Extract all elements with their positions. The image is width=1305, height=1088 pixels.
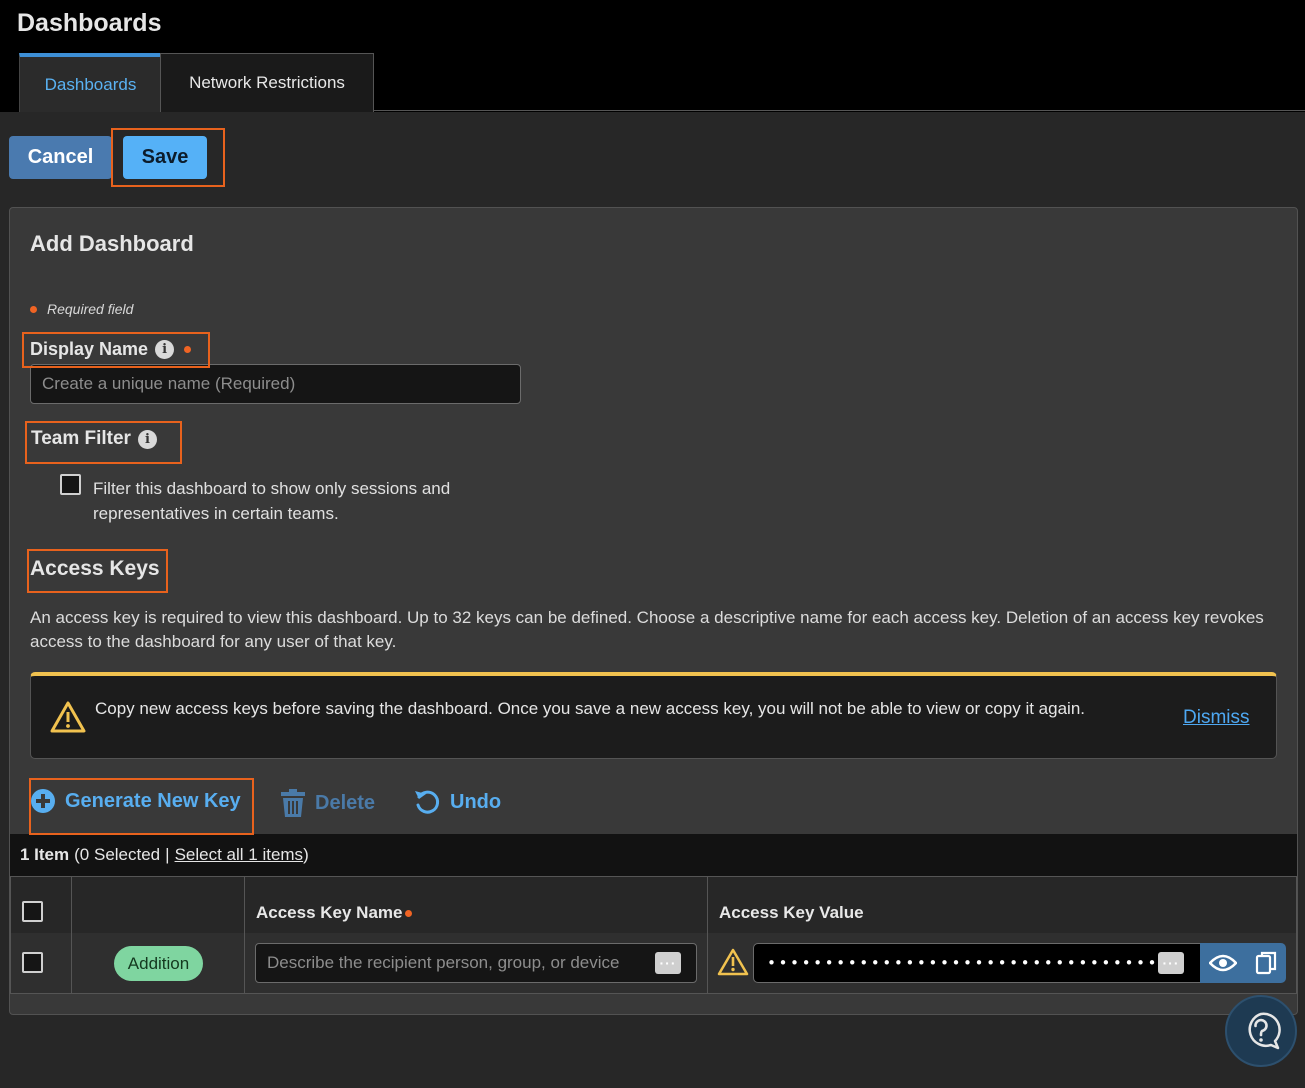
top-bar: Dashboards Dashboards Network Restrictio…	[0, 0, 1305, 112]
tab-network-restrictions[interactable]: Network Restrictions	[160, 53, 374, 112]
save-button[interactable]: Save	[123, 136, 207, 179]
help-button[interactable]	[1225, 995, 1297, 1067]
tab-dashboards[interactable]: Dashboards	[19, 53, 161, 112]
undo-button[interactable]: Undo	[413, 788, 501, 816]
panel-title: Add Dashboard	[30, 231, 194, 256]
generate-new-key-button[interactable]: Generate New Key	[30, 788, 241, 814]
column-divider	[71, 876, 72, 994]
delete-label: Delete	[315, 791, 376, 814]
required-dot-icon	[184, 346, 192, 353]
column-divider	[707, 876, 708, 994]
selected-count: (0 Selected	[74, 845, 161, 864]
required-dot-icon	[405, 909, 413, 917]
table-header	[10, 876, 1297, 933]
page-title: Dashboards	[17, 9, 162, 37]
plus-circle-icon	[31, 789, 55, 813]
display-name-label-text: Display Name	[30, 339, 149, 359]
item-count: 1 Item	[20, 845, 70, 864]
required-field-note: Required field	[30, 301, 133, 317]
cancel-button[interactable]: Cancel	[9, 136, 112, 179]
table-right-edge	[1296, 876, 1297, 994]
select-all-link[interactable]: Select all 1 items	[175, 845, 304, 865]
info-icon[interactable]: i	[137, 429, 157, 449]
select-all-checkbox[interactable]	[22, 901, 43, 922]
warning-icon	[50, 701, 86, 733]
question-bubble-icon	[1248, 1012, 1281, 1050]
table-left-edge	[10, 876, 11, 994]
team-filter-label-text: Team Filter	[31, 428, 131, 449]
row-checkbox[interactable]	[22, 952, 43, 973]
info-icon[interactable]: i	[155, 340, 175, 359]
column-header-access-key-name: Access Key Name	[256, 903, 413, 923]
display-name-label: Display Name i	[30, 339, 192, 360]
delete-button[interactable]: Delete	[280, 788, 375, 818]
generate-new-key-label: Generate New Key	[65, 789, 241, 812]
copy-key-button[interactable]	[1245, 943, 1286, 983]
column-divider	[244, 876, 245, 994]
tab-divider	[374, 110, 1305, 111]
warning-icon	[717, 948, 749, 976]
warning-text: Copy new access keys before saving the d…	[95, 699, 1086, 718]
undo-icon	[415, 790, 440, 814]
access-keys-description: An access key is required to view this d…	[30, 608, 1264, 651]
copy-icon	[1255, 951, 1276, 975]
trash-icon	[281, 789, 305, 817]
access-key-masked-value: •••••••••••••••••••••••••••••••••••	[767, 954, 1171, 972]
separator: |	[165, 845, 170, 864]
team-filter-checkbox-label: Filter this dashboard to show only sessi…	[93, 479, 451, 523]
team-filter-checkbox[interactable]	[60, 474, 81, 495]
team-filter-label: Team Filter i	[31, 428, 157, 450]
display-name-input[interactable]	[30, 364, 521, 404]
status-badge: Addition	[114, 946, 203, 981]
column-header-access-key-value: Access Key Value	[719, 903, 864, 922]
more-options-icon[interactable]: ···	[655, 952, 681, 974]
dismiss-link[interactable]: Dismiss	[1183, 707, 1250, 729]
eye-icon	[1208, 954, 1237, 972]
required-dot-icon	[30, 305, 37, 313]
access-key-name-input[interactable]	[255, 943, 697, 983]
show-key-button[interactable]	[1200, 943, 1245, 983]
access-key-value-field[interactable]: •••••••••••••••••••••••••••••••••••	[753, 943, 1201, 983]
required-field-text: Required field	[47, 301, 134, 317]
selection-bar: 1 Item (0 Selected | Select all 1 items …	[10, 834, 1297, 876]
close-paren: )	[303, 845, 309, 864]
more-options-icon[interactable]: ···	[1158, 952, 1184, 974]
undo-label: Undo	[450, 790, 502, 813]
column-header-name-text: Access Key Name	[256, 903, 403, 922]
access-keys-heading: Access Keys	[30, 557, 160, 580]
